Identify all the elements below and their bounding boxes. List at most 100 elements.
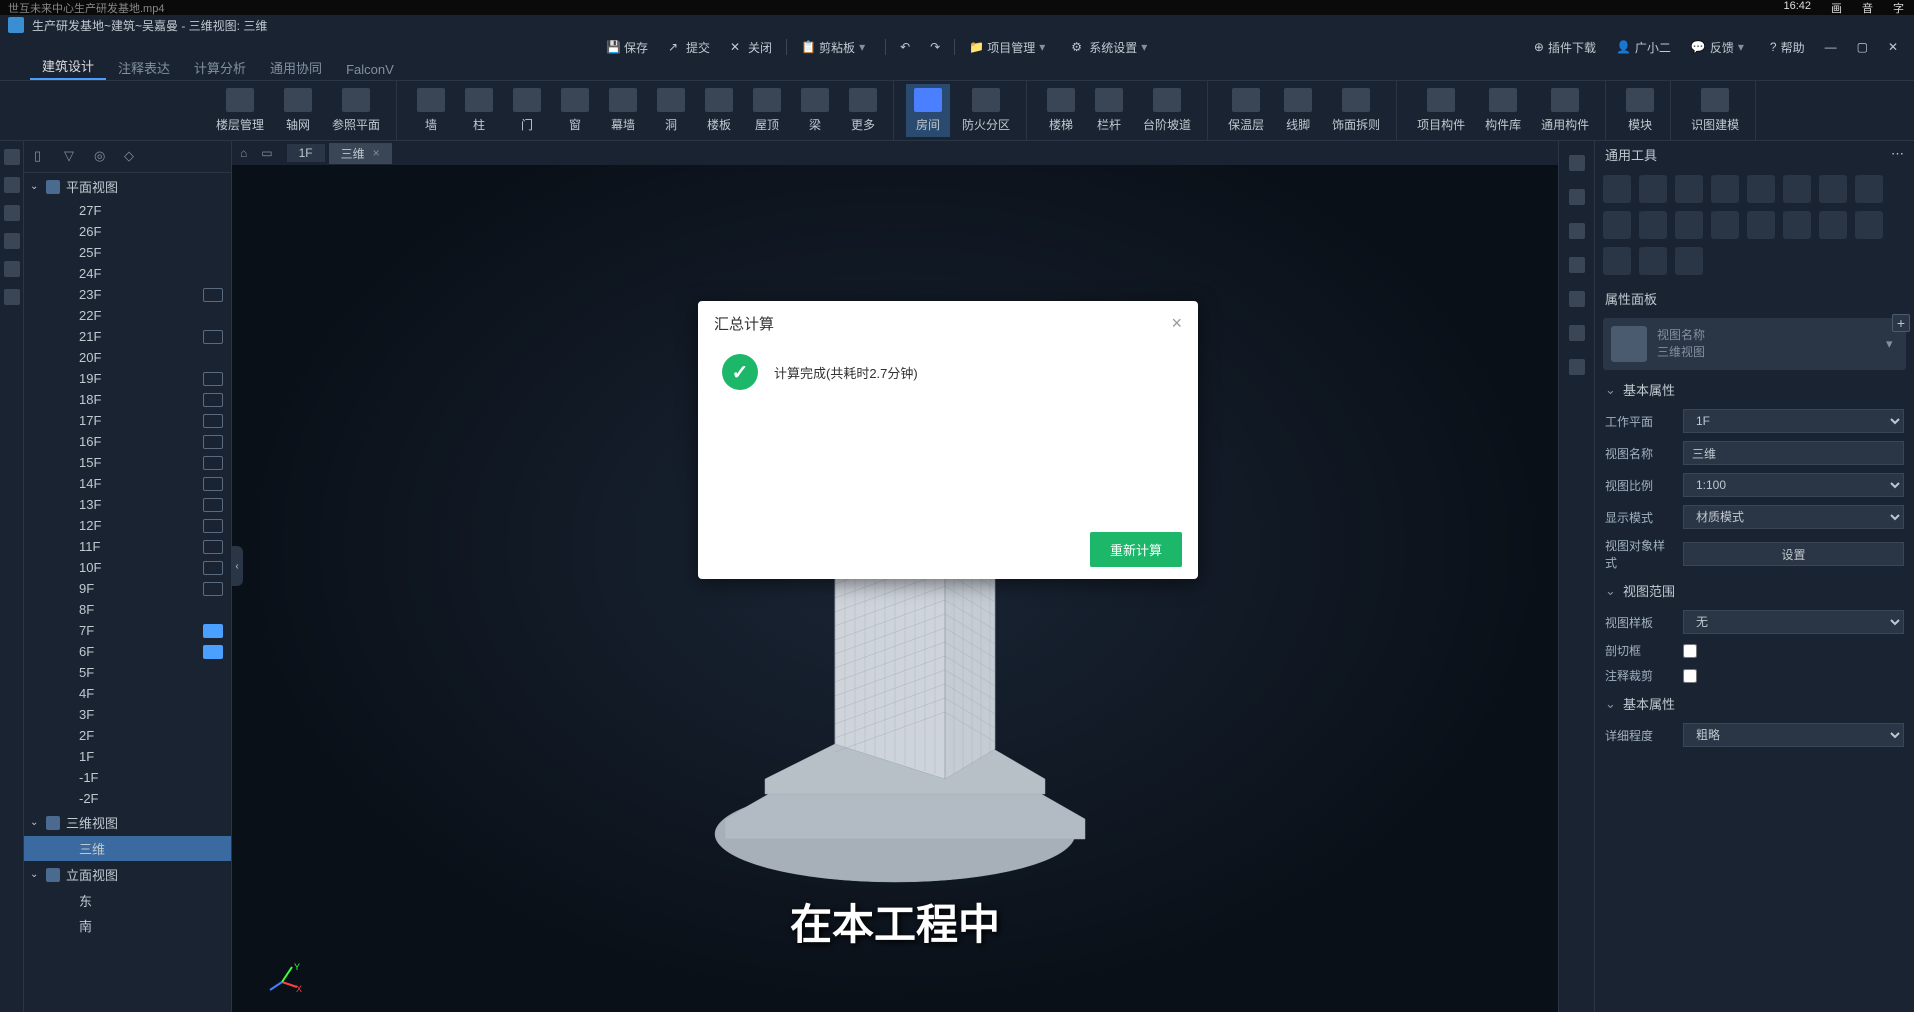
workplane-select[interactable]: 1F <box>1683 409 1904 433</box>
tool-flip2-icon[interactable] <box>1783 211 1811 239</box>
rail-icon-3[interactable] <box>4 205 20 221</box>
floor-visibility-icon[interactable] <box>203 540 223 554</box>
floor-item-7F[interactable]: 7F <box>24 620 231 641</box>
floor-item-25F[interactable]: 25F <box>24 242 231 263</box>
ribbon-btn-识图建模[interactable]: 识图建模 <box>1683 84 1747 137</box>
floor-item-21F[interactable]: 21F <box>24 326 231 347</box>
rr-icon-7[interactable] <box>1569 359 1585 375</box>
floor-item-19F[interactable]: 19F <box>24 368 231 389</box>
rr-icon-3[interactable] <box>1569 223 1585 239</box>
floor-item--1F[interactable]: -1F <box>24 767 231 788</box>
tool-rotate-icon[interactable] <box>1675 175 1703 203</box>
tool-array-icon[interactable] <box>1783 175 1811 203</box>
floor-item-13F[interactable]: 13F <box>24 494 231 515</box>
template-select[interactable]: 无 <box>1683 610 1904 634</box>
floor-item-8F[interactable]: 8F <box>24 599 231 620</box>
ribbon-btn-更多[interactable]: 更多 <box>841 84 885 137</box>
tree-cube-icon[interactable]: ◇ <box>124 148 142 166</box>
system-settings-button[interactable]: ⚙系统设置▾ <box>1065 39 1159 56</box>
ribbon-btn-防火分区[interactable]: 防火分区 <box>954 84 1018 137</box>
tb-r2[interactable]: 音 <box>1862 0 1873 16</box>
ribbon-btn-梁[interactable]: 梁 <box>793 84 837 137</box>
ribbon-btn-参照平面[interactable]: 参照平面 <box>324 84 388 137</box>
user-button[interactable]: 👤广小二 <box>1610 39 1677 56</box>
floor-item-17F[interactable]: 17F <box>24 410 231 431</box>
maximize-button[interactable]: ▢ <box>1851 40 1874 54</box>
tool-trim-icon[interactable] <box>1855 175 1883 203</box>
ribbon-btn-项目构件[interactable]: 项目构件 <box>1409 84 1473 137</box>
anncrop-checkbox[interactable] <box>1683 669 1697 683</box>
floor-item-27F[interactable]: 27F <box>24 200 231 221</box>
tool-move-icon[interactable] <box>1603 175 1631 203</box>
tree-header[interactable]: ⌄平面视图 <box>24 173 231 200</box>
vp-dock-icon[interactable]: ▭ <box>261 146 272 160</box>
vp-home-icon[interactable]: ⌂ <box>240 146 247 160</box>
undo-button[interactable]: ↶ <box>894 40 916 54</box>
floor-visibility-icon[interactable] <box>203 498 223 512</box>
rr-icon-6[interactable] <box>1569 325 1585 341</box>
ribbon-btn-柱[interactable]: 柱 <box>457 84 501 137</box>
rail-icon-1[interactable] <box>4 149 20 165</box>
floor-item-12F[interactable]: 12F <box>24 515 231 536</box>
tool-select-icon[interactable] <box>1675 247 1703 275</box>
save-button[interactable]: 💾保存 <box>600 39 654 56</box>
floor-item-26F[interactable]: 26F <box>24 221 231 242</box>
dialog-close-button[interactable]: × <box>1171 313 1182 334</box>
floor-visibility-icon[interactable] <box>203 624 223 638</box>
panel-menu-icon[interactable]: ⋯ <box>1891 146 1904 162</box>
floor-visibility-icon[interactable] <box>203 414 223 428</box>
ribbon-btn-楼板[interactable]: 楼板 <box>697 84 741 137</box>
feedback-button[interactable]: 💬反馈▾ <box>1685 39 1756 56</box>
floor-visibility-icon[interactable] <box>203 330 223 344</box>
floor-visibility-icon[interactable] <box>203 477 223 491</box>
floor-visibility-icon[interactable] <box>203 519 223 533</box>
tree-layout-icon[interactable]: ▯ <box>34 148 52 166</box>
section-basic-2[interactable]: ⌄基本属性 <box>1595 688 1914 719</box>
tb-r3[interactable]: 字 <box>1893 0 1904 16</box>
floor-item-1F[interactable]: 1F <box>24 746 231 767</box>
redo-button[interactable]: ↷ <box>924 40 946 54</box>
floor-visibility-icon[interactable] <box>203 372 223 386</box>
rail-icon-6[interactable] <box>4 289 20 305</box>
ribbon-btn-窗[interactable]: 窗 <box>553 84 597 137</box>
window-close-button[interactable]: ✕ <box>1882 40 1904 54</box>
ribbon-btn-屋顶[interactable]: 屋顶 <box>745 84 789 137</box>
rr-icon-1[interactable] <box>1569 155 1585 171</box>
tab-close-icon[interactable]: × <box>373 146 380 160</box>
recalculate-button[interactable]: 重新计算 <box>1090 532 1182 567</box>
rail-icon-4[interactable] <box>4 233 20 249</box>
section-basic-1[interactable]: ⌄基本属性 <box>1595 374 1914 405</box>
submit-button[interactable]: ↗提交 <box>662 39 716 56</box>
close-button[interactable]: ✕关闭 <box>724 39 778 56</box>
floor-visibility-icon[interactable] <box>203 582 223 596</box>
floor-item--2F[interactable]: -2F <box>24 788 231 809</box>
ribbon-btn-轴网[interactable]: 轴网 <box>276 84 320 137</box>
floor-item-6F[interactable]: 6F <box>24 641 231 662</box>
plugin-download-button[interactable]: ⊕插件下载 <box>1528 39 1602 56</box>
tool-copy-icon[interactable] <box>1639 175 1667 203</box>
panel-collapse-button[interactable]: ‹ <box>231 546 243 586</box>
floor-item-11F[interactable]: 11F <box>24 536 231 557</box>
floor-item-3F[interactable]: 3F <box>24 704 231 725</box>
rr-icon-2[interactable] <box>1569 189 1585 205</box>
threed-view-item[interactable]: 三维 <box>24 836 231 861</box>
floor-item-9F[interactable]: 9F <box>24 578 231 599</box>
detail-select[interactable]: 粗略 <box>1683 723 1904 747</box>
ribbon-btn-台阶坡道[interactable]: 台阶坡道 <box>1135 84 1199 137</box>
ribbon-tab-1[interactable]: 注释表达 <box>106 55 182 80</box>
floor-visibility-icon[interactable] <box>203 561 223 575</box>
floor-visibility-icon[interactable] <box>203 645 223 659</box>
tool-paint-icon[interactable] <box>1819 211 1847 239</box>
floor-item-16F[interactable]: 16F <box>24 431 231 452</box>
viewport-tab-三维[interactable]: 三维× <box>329 143 392 164</box>
objstyle-button[interactable]: 设置 <box>1683 542 1904 566</box>
tool-delete-icon[interactable] <box>1855 211 1883 239</box>
ribbon-btn-门[interactable]: 门 <box>505 84 549 137</box>
ribbon-btn-房间[interactable]: 房间 <box>906 84 950 137</box>
ribbon-tab-4[interactable]: FalconV <box>334 59 406 80</box>
add-view-button[interactable]: + <box>1892 314 1910 332</box>
floor-item-14F[interactable]: 14F <box>24 473 231 494</box>
ribbon-btn-楼梯[interactable]: 楼梯 <box>1039 84 1083 137</box>
ribbon-tab-2[interactable]: 计算分析 <box>182 55 258 80</box>
tool-mirror-icon[interactable] <box>1747 175 1775 203</box>
